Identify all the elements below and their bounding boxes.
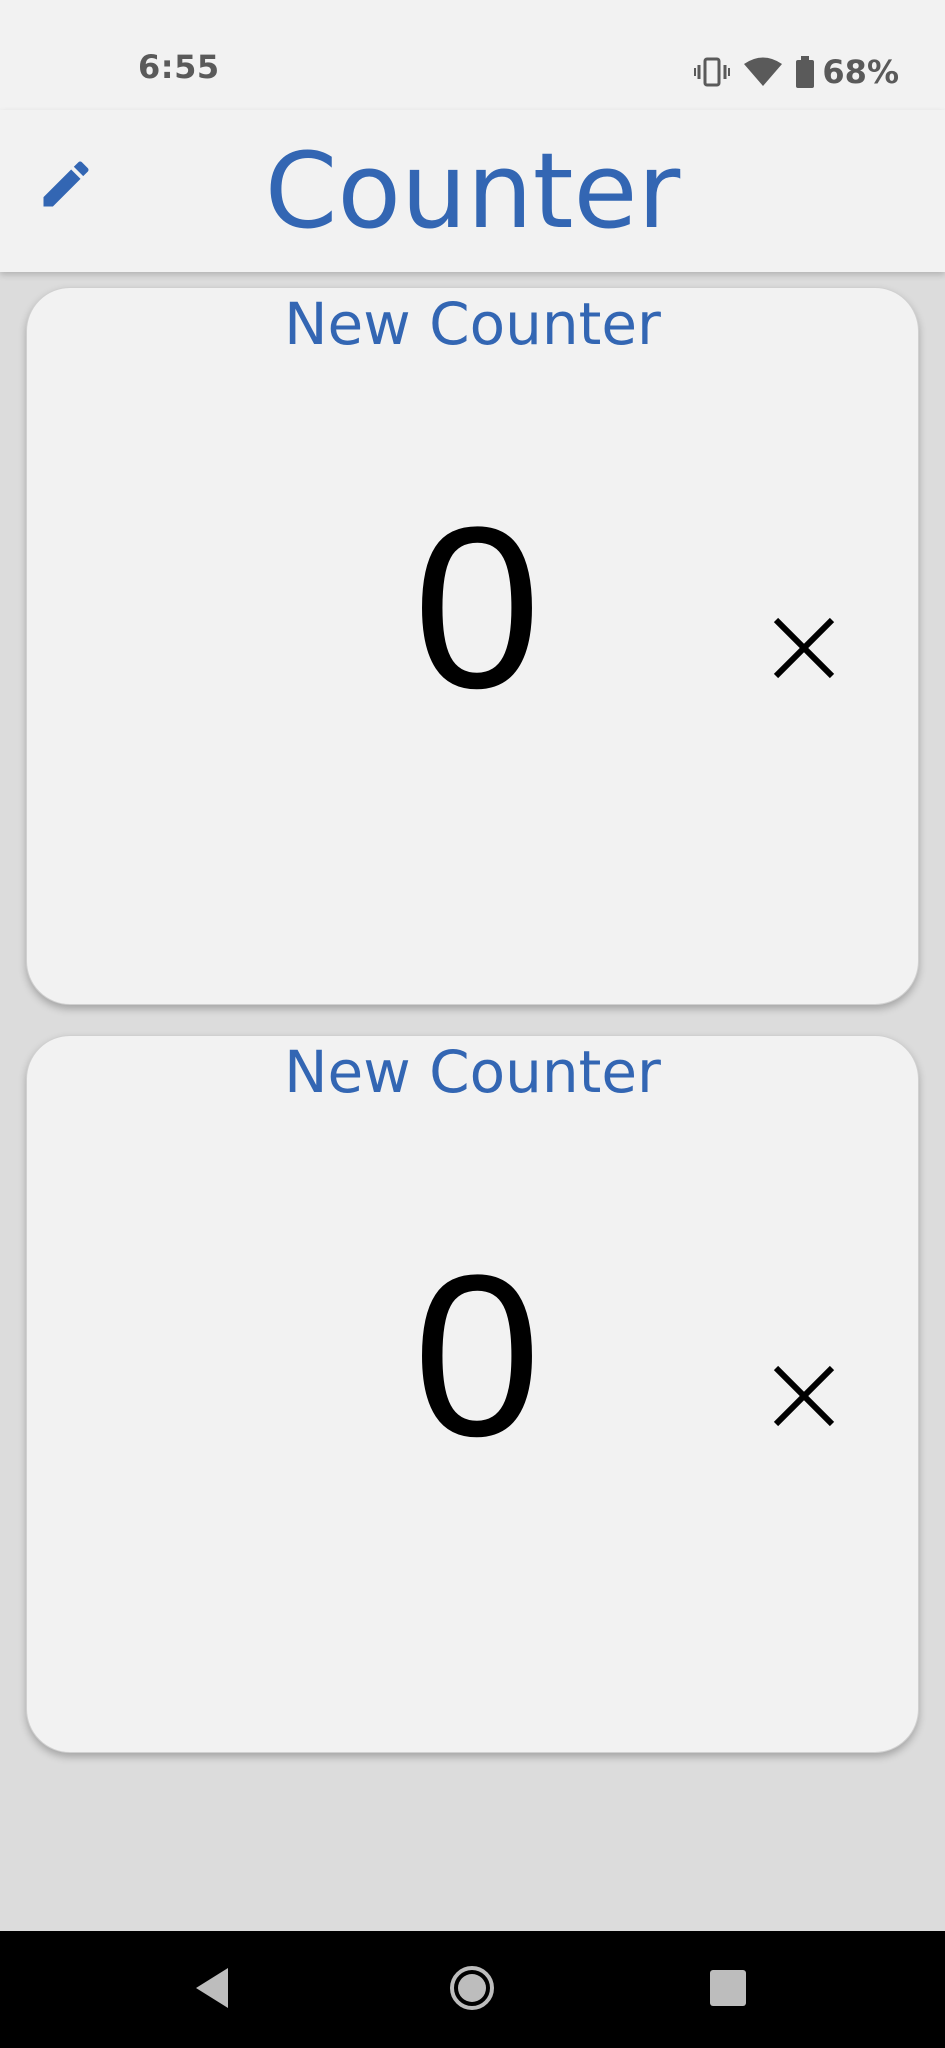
delete-counter-button[interactable] <box>762 1356 846 1440</box>
status-icons: 68% <box>694 52 899 92</box>
counter-name[interactable]: New Counter <box>27 1036 918 1108</box>
close-icon <box>770 614 838 686</box>
app-bar: Counter <box>0 110 945 272</box>
page-title: Counter <box>264 130 681 252</box>
close-icon <box>770 1362 838 1434</box>
home-icon <box>449 1965 495 2015</box>
wifi-icon <box>744 57 783 87</box>
counter-card: New Counter 0 <box>26 1035 919 1753</box>
pencil-icon <box>36 154 96 218</box>
home-button[interactable] <box>412 1931 532 2048</box>
edit-button[interactable] <box>24 144 108 228</box>
navigation-bar <box>0 1931 945 2048</box>
status-time: 6:55 <box>138 48 220 86</box>
status-bar: 6:55 68% <box>0 0 945 110</box>
recents-icon <box>709 1969 747 2011</box>
back-icon <box>192 1966 232 2014</box>
back-button[interactable] <box>152 1931 272 2048</box>
recents-button[interactable] <box>668 1931 788 2048</box>
battery-icon <box>796 56 815 88</box>
delete-counter-button[interactable] <box>762 608 846 692</box>
vibrate-icon <box>694 57 731 87</box>
counter-card: New Counter 0 <box>26 287 919 1005</box>
counter-name[interactable]: New Counter <box>27 288 918 360</box>
battery-percent: 68% <box>822 53 899 91</box>
